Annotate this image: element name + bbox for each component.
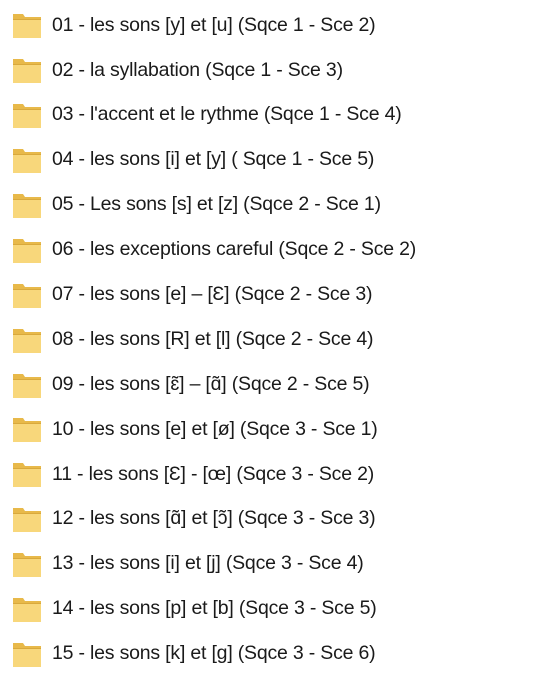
folder-icon [12, 459, 45, 489]
folder-item[interactable]: 04 - les sons [i] et [y] ( Sqce 1 - Sce … [12, 138, 416, 183]
folder-name: 15 - les sons [k] et [g] (Sqce 3 - Sce 6… [52, 642, 376, 665]
folder-icon [12, 280, 45, 310]
folder-item[interactable]: 02 - la syllabation (Sqce 1 - Sce 3) [12, 48, 416, 93]
folder-item[interactable]: 06 - les exceptions careful (Sqce 2 - Sc… [12, 227, 416, 272]
folder-item[interactable]: 01 - les sons [y] et [u] (Sqce 1 - Sce 2… [12, 3, 416, 48]
folder-icon [12, 55, 45, 85]
folder-icon [12, 639, 45, 669]
folder-name: 10 - les sons [e] et [ø] (Sqce 3 - Sce 1… [52, 417, 378, 440]
folder-icon [12, 190, 45, 220]
folder-item[interactable]: 05 - Les sons [s] et [z] (Sqce 2 - Sce 1… [12, 183, 416, 228]
folder-name: 03 - l'accent et le rythme (Sqce 1 - Sce… [52, 103, 402, 126]
folder-name: 11 - les sons [Ɛ] - [œ] (Sqce 3 - Sce 2) [52, 462, 375, 485]
folder-list: 01 - les sons [y] et [u] (Sqce 1 - Sce 2… [12, 3, 416, 676]
folder-icon [12, 414, 45, 444]
folder-icon [12, 235, 45, 265]
folder-name: 08 - les sons [R] et [l] (Sqce 2 - Sce 4… [52, 327, 374, 350]
folder-name: 13 - les sons [i] et [j] (Sqce 3 - Sce 4… [52, 552, 364, 575]
folder-icon [12, 325, 45, 355]
folder-icon [12, 370, 45, 400]
folder-icon [12, 100, 45, 130]
folder-item[interactable]: 03 - l'accent et le rythme (Sqce 1 - Sce… [12, 93, 416, 138]
folder-item[interactable]: 15 - les sons [k] et [g] (Sqce 3 - Sce 6… [12, 631, 416, 676]
folder-name: 06 - les exceptions careful (Sqce 2 - Sc… [52, 238, 417, 261]
folder-name: 14 - les sons [p] et [b] (Sqce 3 - Sce 5… [52, 597, 377, 620]
folder-name: 12 - les sons [ɑ̃] et [ɔ̃] (Sqce 3 - Sce… [52, 507, 376, 530]
folder-name: 02 - la syllabation (Sqce 1 - Sce 3) [52, 58, 343, 81]
folder-name: 07 - les sons [e] – [Ɛ] (Sqce 2 - Sce 3) [52, 283, 373, 306]
folder-icon [12, 145, 45, 175]
folder-name: 04 - les sons [i] et [y] ( Sqce 1 - Sce … [52, 148, 375, 171]
folder-icon [12, 594, 45, 624]
folder-item[interactable]: 10 - les sons [e] et [ø] (Sqce 3 - Sce 1… [12, 407, 416, 452]
folder-item[interactable]: 12 - les sons [ɑ̃] et [ɔ̃] (Sqce 3 - Sce… [12, 497, 416, 542]
folder-item[interactable]: 11 - les sons [Ɛ] - [œ] (Sqce 3 - Sce 2) [12, 452, 416, 497]
folder-name: 05 - Les sons [s] et [z] (Sqce 2 - Sce 1… [52, 193, 381, 216]
folder-item[interactable]: 07 - les sons [e] – [Ɛ] (Sqce 2 - Sce 3) [12, 272, 416, 317]
folder-icon [12, 549, 45, 579]
folder-item[interactable]: 09 - les sons [ɛ̃] – [ɑ̃] (Sqce 2 - Sce … [12, 362, 416, 407]
folder-icon [12, 504, 45, 534]
folder-icon [12, 10, 45, 40]
folder-item[interactable]: 13 - les sons [i] et [j] (Sqce 3 - Sce 4… [12, 542, 416, 587]
folder-item[interactable]: 08 - les sons [R] et [l] (Sqce 2 - Sce 4… [12, 317, 416, 362]
folder-item[interactable]: 14 - les sons [p] et [b] (Sqce 3 - Sce 5… [12, 587, 416, 632]
folder-name: 09 - les sons [ɛ̃] – [ɑ̃] (Sqce 2 - Sce … [52, 372, 370, 395]
folder-name: 01 - les sons [y] et [u] (Sqce 1 - Sce 2… [52, 13, 376, 36]
